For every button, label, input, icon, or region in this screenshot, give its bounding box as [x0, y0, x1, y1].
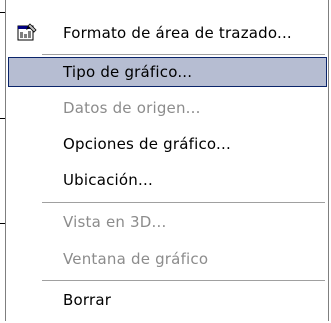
menu-item-clear[interactable]: Borrar	[8, 285, 327, 315]
menu-item-label: Formato de área de trazado...	[63, 24, 292, 42]
menu-item-3d-view[interactable]: Vista en 3D...	[8, 207, 327, 237]
menu-item-format-plot-area[interactable]: Formato de área de trazado...	[8, 18, 327, 48]
menu-separator	[42, 54, 325, 55]
menu-item-label: Vista en 3D...	[63, 213, 167, 231]
menu-separator	[42, 280, 325, 281]
menu-item-location[interactable]: Ubicación...	[8, 165, 327, 195]
menu-item-source-data[interactable]: Datos de origen...	[8, 93, 327, 123]
menu-item-label: Borrar	[63, 291, 112, 309]
menu-item-label: Ubicación...	[63, 171, 153, 189]
context-menu: Formato de área de trazado... Tipo de gr…	[5, 0, 329, 321]
format-plot-area-icon	[16, 22, 38, 44]
menu-item-label: Datos de origen...	[63, 99, 201, 117]
menu-item-label: Opciones de gráfico...	[63, 135, 231, 153]
menu-item-label: Tipo de gráfico...	[63, 63, 193, 81]
menu-border	[328, 0, 329, 321]
menu-item-chart-options[interactable]: Opciones de gráfico...	[8, 129, 327, 159]
menu-separator	[42, 202, 325, 203]
chart-context-menu-screen: Formato de área de trazado... Tipo de gr…	[0, 0, 331, 323]
menu-item-label: Ventana de gráfico	[63, 250, 209, 268]
menu-item-chart-type[interactable]: Tipo de gráfico...	[8, 57, 327, 87]
menu-item-chart-window[interactable]: Ventana de gráfico	[8, 244, 327, 274]
